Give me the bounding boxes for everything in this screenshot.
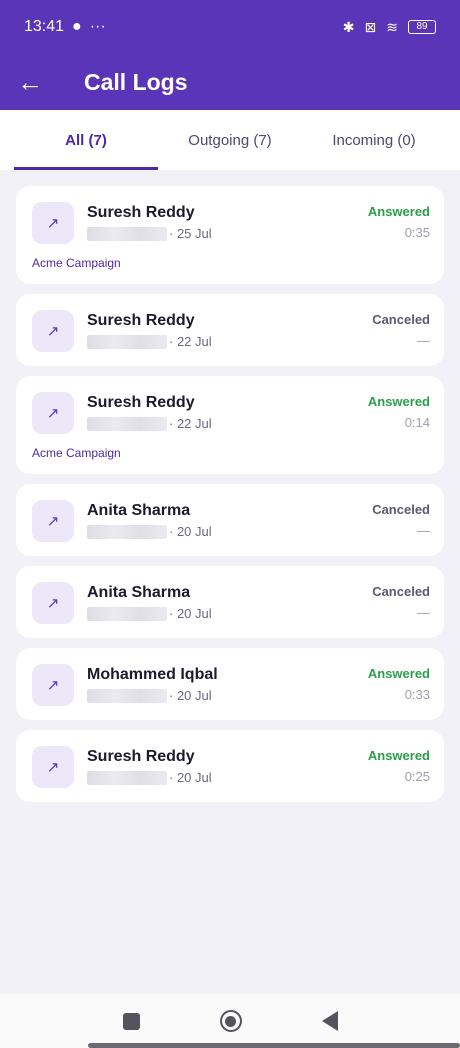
contact-name: Suresh Reddy bbox=[87, 312, 195, 329]
call-log-item[interactable]: ↗ Anita Sharma · 20 Jul Canceled — bbox=[16, 484, 444, 556]
call-duration: 0:35 bbox=[404, 225, 430, 240]
campaign-label: Acme Campaign bbox=[32, 446, 121, 460]
redacted-phone-number bbox=[87, 416, 167, 431]
call-status: Canceled bbox=[372, 584, 430, 599]
status-bar: 13:41 ● ··· ✱ ⊠ ≋ 89 bbox=[0, 0, 460, 54]
redacted-phone-number bbox=[87, 524, 167, 539]
call-log-item[interactable]: ↗ Mohammed Iqbal · 20 Jul Answered 0:33 bbox=[16, 648, 444, 720]
call-log-list: ↗ Suresh Reddy · 25 Jul Answered 0:35 Ac… bbox=[16, 186, 444, 812]
outgoing-call-icon: ↗ bbox=[32, 746, 74, 788]
call-log-item[interactable]: ↗ Suresh Reddy · 25 Jul Answered 0:35 Ac… bbox=[16, 186, 444, 284]
app-bar: ← Call Logs bbox=[0, 54, 460, 110]
call-date: · 25 Jul bbox=[169, 226, 212, 241]
campaign-label: Acme Campaign bbox=[32, 256, 121, 270]
call-status: Answered bbox=[367, 394, 430, 409]
battery-icon: 89 bbox=[408, 20, 436, 34]
call-duration: 0:14 bbox=[404, 415, 430, 430]
call-duration: 0:25 bbox=[404, 769, 430, 784]
bluetooth-icon: ✱ bbox=[342, 18, 355, 35]
contact-name: Anita Sharma bbox=[87, 502, 191, 519]
call-log-item[interactable]: ↗ Suresh Reddy · 22 Jul Answered 0:14 Ac… bbox=[16, 376, 444, 474]
redacted-phone-number bbox=[87, 688, 167, 703]
redacted-phone-number bbox=[87, 606, 167, 621]
redacted-phone-number bbox=[87, 770, 167, 785]
call-duration: — bbox=[417, 523, 430, 538]
more-notifications-icon: ··· bbox=[89, 18, 106, 35]
call-duration: — bbox=[417, 605, 430, 620]
contact-name: Mohammed Iqbal bbox=[87, 666, 218, 683]
call-status: Answered bbox=[367, 666, 430, 681]
gesture-bar bbox=[88, 1043, 460, 1048]
call-date: · 20 Jul bbox=[169, 606, 212, 621]
system-nav-bar bbox=[0, 994, 460, 1048]
recent-apps-button[interactable] bbox=[122, 1012, 140, 1030]
call-date: · 22 Jul bbox=[169, 334, 212, 349]
call-log-item[interactable]: ↗ Anita Sharma · 20 Jul Canceled — bbox=[16, 566, 444, 638]
back-arrow-icon: ← bbox=[17, 66, 43, 97]
call-filter-tabs: All (7) Outgoing (7) Incoming (0) bbox=[0, 110, 460, 170]
call-status: Canceled bbox=[372, 312, 430, 327]
call-date: · 20 Jul bbox=[169, 770, 212, 785]
outgoing-call-icon: ↗ bbox=[32, 202, 74, 244]
call-status: Canceled bbox=[372, 502, 430, 517]
outgoing-call-icon: ↗ bbox=[32, 582, 74, 624]
sim-icon: ⊠ bbox=[364, 18, 377, 35]
contact-name: Anita Sharma bbox=[87, 584, 191, 601]
home-icon bbox=[225, 1015, 236, 1027]
tab-incoming[interactable]: Incoming (0) bbox=[302, 110, 446, 170]
contact-name: Suresh Reddy bbox=[87, 748, 195, 765]
call-status: Answered bbox=[367, 748, 430, 763]
call-log-item[interactable]: ↗ Suresh Reddy · 22 Jul Canceled — bbox=[16, 294, 444, 366]
call-status: Answered bbox=[367, 204, 430, 219]
system-back-button[interactable] bbox=[321, 1011, 338, 1031]
tab-all[interactable]: All (7) bbox=[14, 110, 158, 170]
outgoing-call-icon: ↗ bbox=[32, 664, 74, 706]
wifi-icon: ≋ bbox=[386, 18, 398, 35]
contact-name: Suresh Reddy bbox=[87, 204, 195, 221]
outgoing-call-icon: ↗ bbox=[32, 392, 74, 434]
call-date: · 22 Jul bbox=[169, 416, 212, 431]
call-duration: 0:33 bbox=[404, 687, 430, 702]
home-button[interactable] bbox=[219, 1010, 242, 1032]
outgoing-call-icon: ↗ bbox=[32, 500, 74, 542]
redacted-phone-number bbox=[87, 226, 167, 241]
back-button[interactable]: ← bbox=[0, 54, 60, 110]
call-log-item[interactable]: ↗ Suresh Reddy · 20 Jul Answered 0:25 bbox=[16, 730, 444, 802]
call-date: · 20 Jul bbox=[169, 688, 212, 703]
notification-icon: ● bbox=[72, 18, 82, 35]
page-title: Call Logs bbox=[84, 68, 188, 95]
call-date: · 20 Jul bbox=[169, 524, 212, 539]
outgoing-call-icon: ↗ bbox=[32, 310, 74, 352]
call-duration: — bbox=[417, 333, 430, 348]
status-time: 13:41 bbox=[24, 18, 65, 35]
tab-outgoing[interactable]: Outgoing (7) bbox=[158, 110, 302, 170]
redacted-phone-number bbox=[87, 334, 167, 349]
contact-name: Suresh Reddy bbox=[87, 394, 195, 411]
